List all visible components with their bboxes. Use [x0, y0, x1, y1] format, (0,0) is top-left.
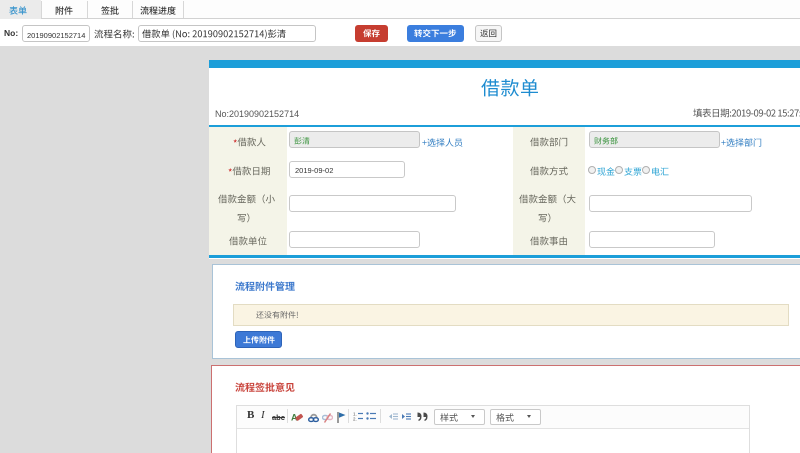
svg-text:2.: 2. [353, 417, 357, 422]
